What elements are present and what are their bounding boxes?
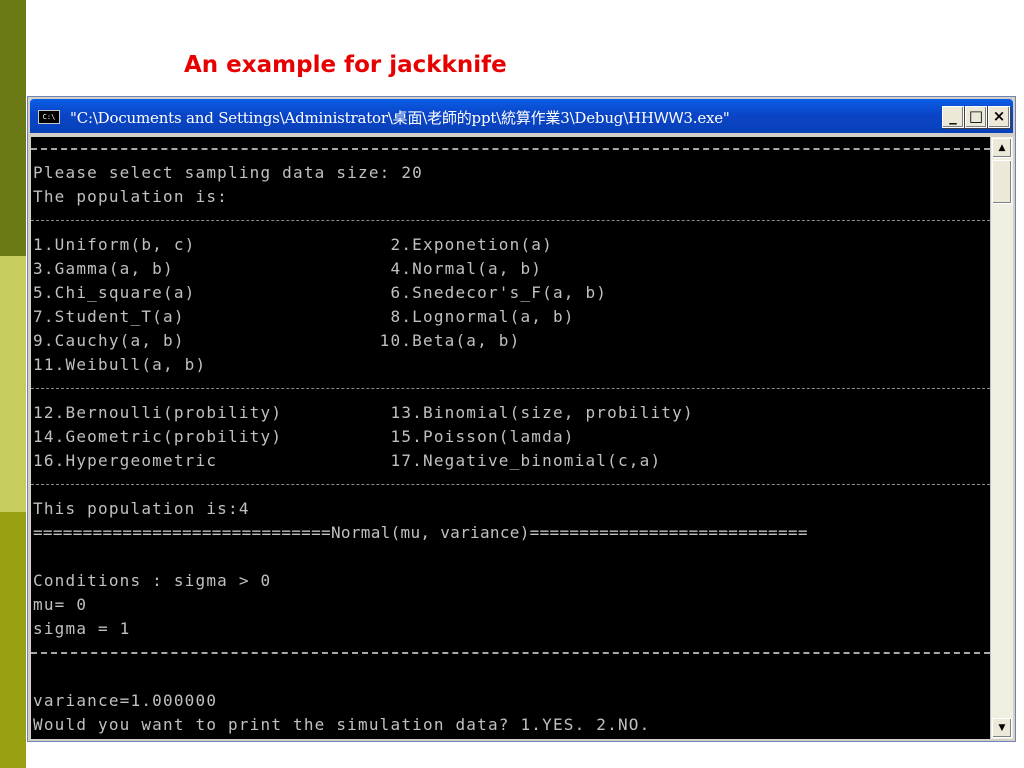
console-line: 7.Student_T(a) 8.Lognormal(a, b) [33,307,575,326]
slide-side-bar-top [0,0,26,256]
console-line: 9.Cauchy(a, b) 10.Beta(a, b) [33,331,521,350]
console-line: mu= 0 [33,595,88,614]
window-titlebar[interactable]: C:\ "C:\Documents and Settings\Administr… [30,99,1013,133]
console-line: 14.Geometric(probility) 15.Poisson(lamda… [33,427,575,446]
minimize-button[interactable]: _ [942,106,964,128]
scroll-down-arrow-icon[interactable]: ▼ [992,718,1012,738]
separator-single [31,388,990,389]
window-title: "C:\Documents and Settings\Administrator… [70,109,730,127]
console-line: This population is:4 [33,499,250,518]
separator-single [31,484,990,485]
console-line: 3.Gamma(a, b) 4.Normal(a, b) [33,259,543,278]
console-line: 1.Uniform(b, c) 2.Exponetion(a) [33,235,553,254]
scrollbar-thumb[interactable] [992,160,1012,204]
console-line: 16.Hypergeometric 17.Negative_binomial(c… [33,451,662,470]
console-line: Conditions : sigma > 0 [33,571,272,590]
console-output[interactable]: Please select sampling data size: 20 The… [31,137,990,739]
console-line: 5.Chi_square(a) 6.Snedecor's_F(a, b) [33,283,608,302]
separator-double [31,652,990,654]
console-prompt-line: Would you want to print the simulation d… [33,715,651,734]
separator-single [31,220,990,221]
console-line: sigma = 1 [33,619,131,638]
console-window[interactable]: C:\ "C:\Documents and Settings\Administr… [27,96,1016,742]
slide-title: An example for jackknife [184,52,507,78]
separator-double [31,148,990,150]
close-button[interactable]: × [988,106,1010,128]
console-line-normal-header: ==============================Normal(mu,… [33,523,808,542]
console-line: Please select sampling data size: 20 [33,163,423,182]
console-line: 12.Bernoulli(probility) 13.Binomial(size… [33,403,694,422]
console-line: 11.Weibull(a, b) [33,355,207,374]
slide-side-bar-middle [0,256,26,512]
console-line: variance=1.000000 [33,691,218,710]
console-app-icon[interactable]: C:\ [38,110,60,124]
scroll-up-arrow-icon[interactable]: ▲ [992,138,1012,158]
console-line: The population is: [33,187,228,206]
maximize-button[interactable]: □ [965,106,987,128]
vertical-scrollbar[interactable]: ▲ ▼ [990,137,1013,739]
slide-side-bar-bottom [0,512,26,768]
